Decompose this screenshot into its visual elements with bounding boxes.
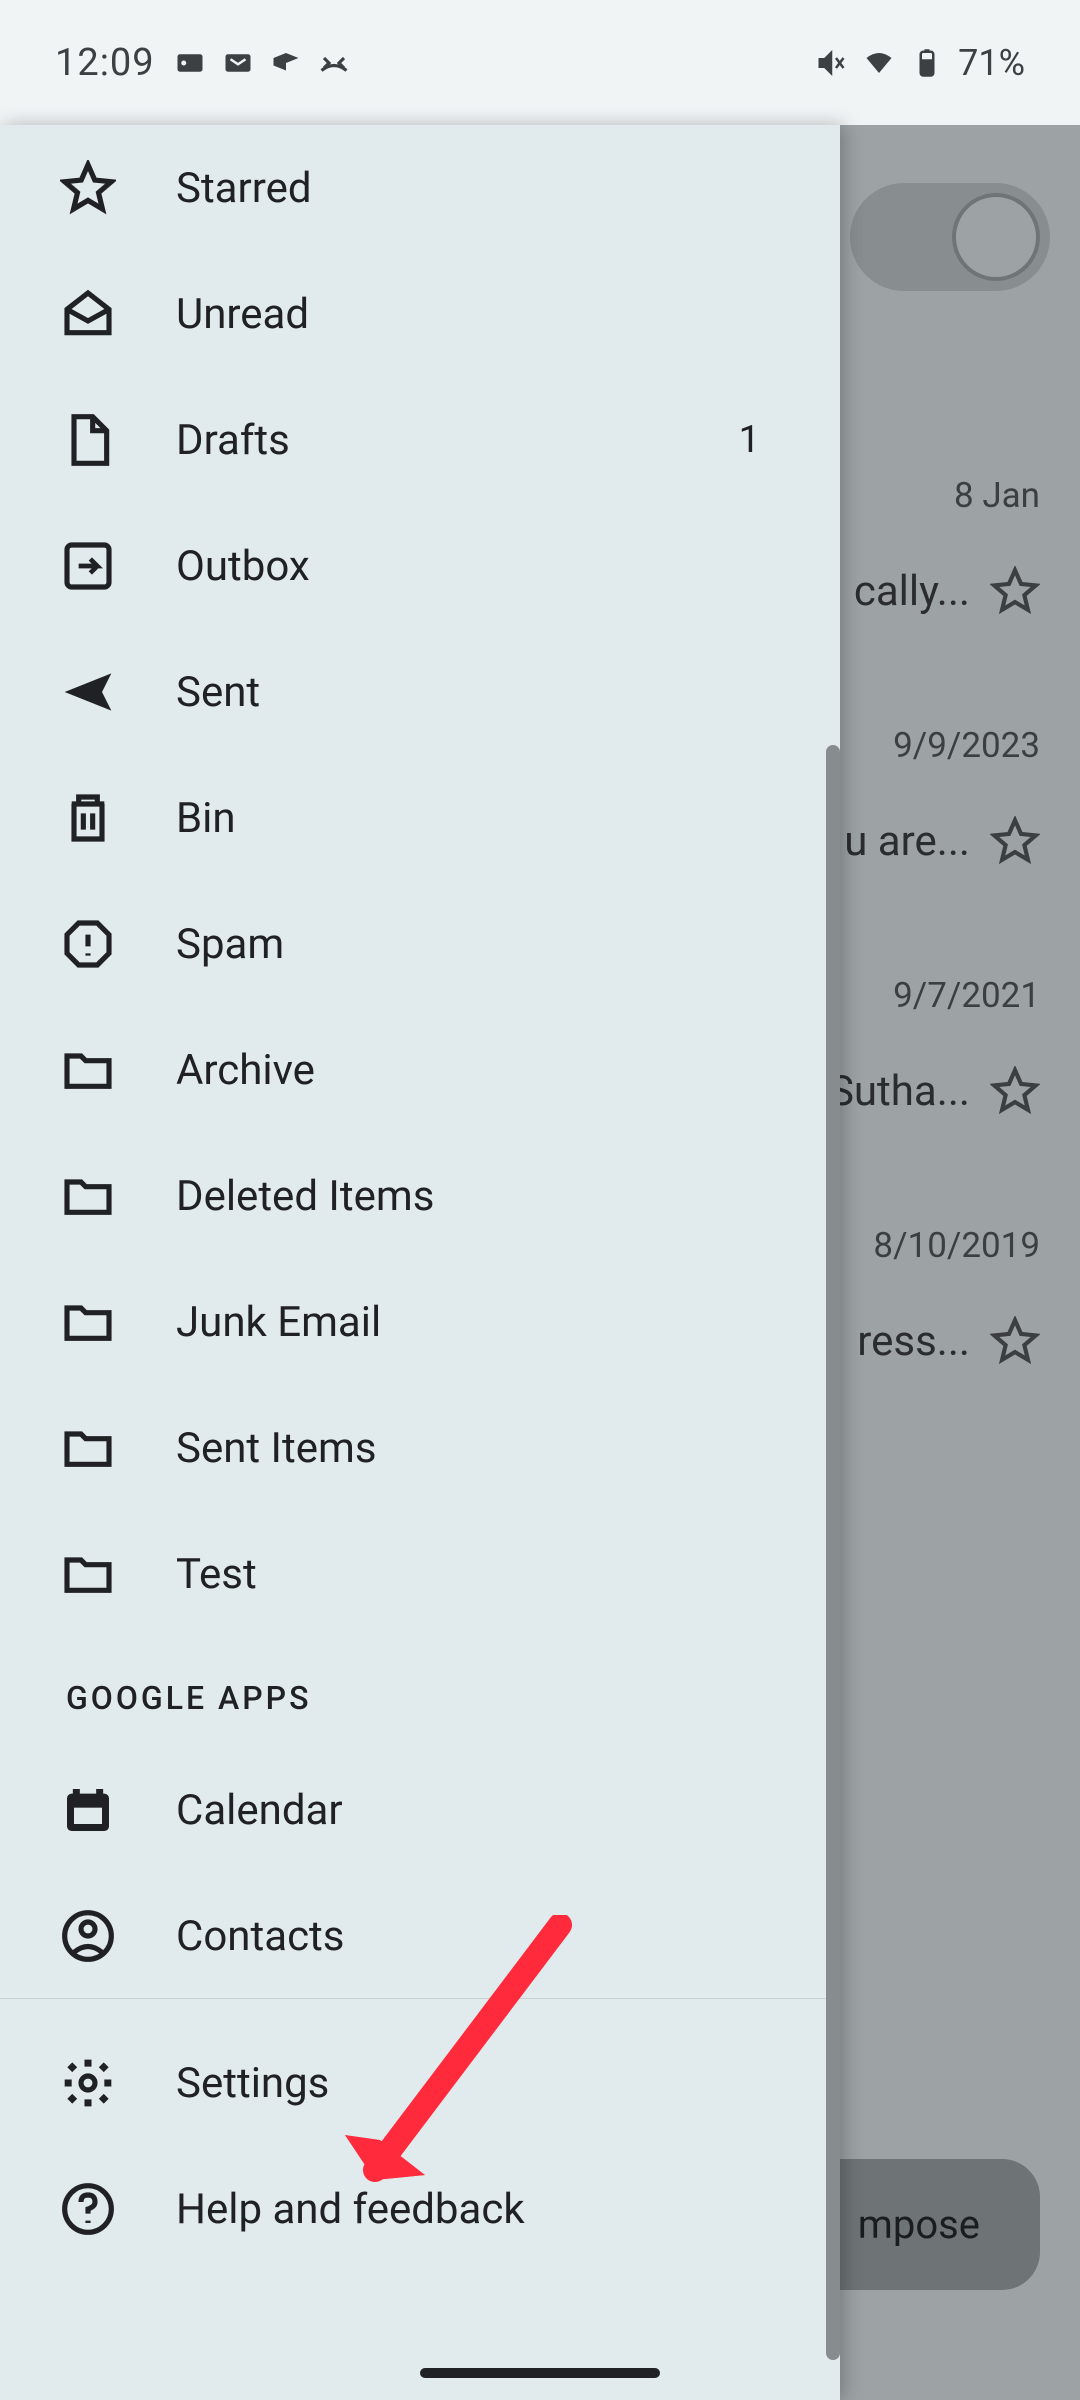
app-notif-icon-3 [269, 48, 303, 78]
bg-email-row: 8/10/2019 ress... [857, 1225, 1040, 1366]
outbox-icon [60, 538, 116, 594]
missed-call-icon [317, 48, 351, 78]
star-outline-icon [990, 816, 1040, 866]
drawer-item-label: Archive [176, 1046, 810, 1095]
notification-icons [173, 48, 351, 78]
drawer-item-label: Help and feedback [176, 2185, 810, 2234]
drawer-item-starred[interactable]: Starred [0, 125, 840, 251]
drawer-item-test[interactable]: Test [0, 1511, 840, 1637]
battery-percent: 71% [958, 42, 1025, 84]
drawer-item-help[interactable]: Help and feedback [0, 2146, 840, 2272]
toggle-knob [952, 193, 1040, 281]
folder-icon [60, 1546, 116, 1602]
app-notif-icon-2 [221, 48, 255, 78]
main-content: 8 Jan cally... 9/9/2023 u are... 9/7/202… [0, 125, 1080, 2400]
drawer-item-bin[interactable]: Bin [0, 755, 840, 881]
bg-email-row: 9/9/2023 u are... [844, 725, 1040, 866]
star-outline-icon [990, 1066, 1040, 1116]
drawer-item-sent[interactable]: Sent [0, 629, 840, 755]
send-icon [60, 664, 116, 720]
navigation-handle[interactable] [420, 2368, 660, 2378]
help-icon [60, 2181, 116, 2237]
folder-icon [60, 1168, 116, 1224]
drawer-item-junk-email[interactable]: Junk Email [0, 1259, 840, 1385]
settings-icon [60, 2055, 116, 2111]
divider [0, 1998, 840, 2020]
star-outline-icon [990, 566, 1040, 616]
app-notif-icon-1 [173, 48, 207, 78]
mute-icon [814, 48, 848, 78]
folder-icon [60, 1294, 116, 1350]
drawer-item-label: Settings [176, 2059, 810, 2108]
spam-icon [60, 916, 116, 972]
drawer-item-label: Test [176, 1550, 810, 1599]
drawer-item-label: Sent [176, 668, 810, 717]
drawer-item-contacts[interactable]: Contacts [0, 1873, 840, 1999]
folder-icon [60, 1420, 116, 1476]
battery-icon [910, 48, 944, 78]
drawer-item-label: Bin [176, 794, 810, 843]
folder-icon [60, 1042, 116, 1098]
bg-email-row: 8 Jan cally... [854, 475, 1040, 616]
status-left: 12:09 [55, 41, 351, 85]
drawer-item-label: Drafts [176, 416, 739, 465]
status-bar: 12:09 71% [0, 0, 1080, 125]
drawer-item-label: Junk Email [176, 1298, 810, 1347]
bg-email-row: 9/7/2021 Sutha... [829, 975, 1040, 1116]
drawer-item-spam[interactable]: Spam [0, 881, 840, 1007]
clock: 12:09 [55, 41, 155, 85]
drawer-item-sent-items[interactable]: Sent Items [0, 1385, 840, 1511]
drawer-item-count: 1 [739, 418, 760, 462]
star-icon [60, 160, 116, 216]
star-outline-icon [990, 1316, 1040, 1366]
calendar-icon [60, 1782, 116, 1838]
drawer-item-deleted-items[interactable]: Deleted Items [0, 1133, 840, 1259]
drawer-item-label: Deleted Items [176, 1172, 810, 1221]
drawer-scrollbar[interactable] [826, 745, 840, 2360]
section-header-google-apps: GOOGLE APPS [0, 1637, 840, 1747]
drawer-item-label: Unread [176, 290, 810, 339]
status-right: 71% [814, 42, 1025, 84]
drawer-item-outbox[interactable]: Outbox [0, 503, 840, 629]
drawer-item-calendar[interactable]: Calendar [0, 1747, 840, 1873]
drawer-item-label: Spam [176, 920, 810, 969]
drawer-item-unread[interactable]: Unread [0, 251, 840, 377]
background-toggle[interactable] [850, 183, 1050, 291]
drawer-item-label: Sent Items [176, 1424, 810, 1473]
trash-icon [60, 790, 116, 846]
mail-open-icon [60, 286, 116, 342]
wifi-icon [862, 48, 896, 78]
drawer-item-label: Starred [176, 164, 810, 213]
contacts-icon [60, 1908, 116, 1964]
navigation-drawer: Starred Unread Drafts 1 Outbox [0, 125, 840, 2400]
drawer-item-label: Calendar [176, 1786, 810, 1835]
drawer-item-settings[interactable]: Settings [0, 2020, 840, 2146]
drawer-item-drafts[interactable]: Drafts 1 [0, 377, 840, 503]
drawer-item-label: Outbox [176, 542, 810, 591]
drawer-item-archive[interactable]: Archive [0, 1007, 840, 1133]
draft-icon [60, 412, 116, 468]
drawer-item-label: Contacts [176, 1912, 810, 1961]
